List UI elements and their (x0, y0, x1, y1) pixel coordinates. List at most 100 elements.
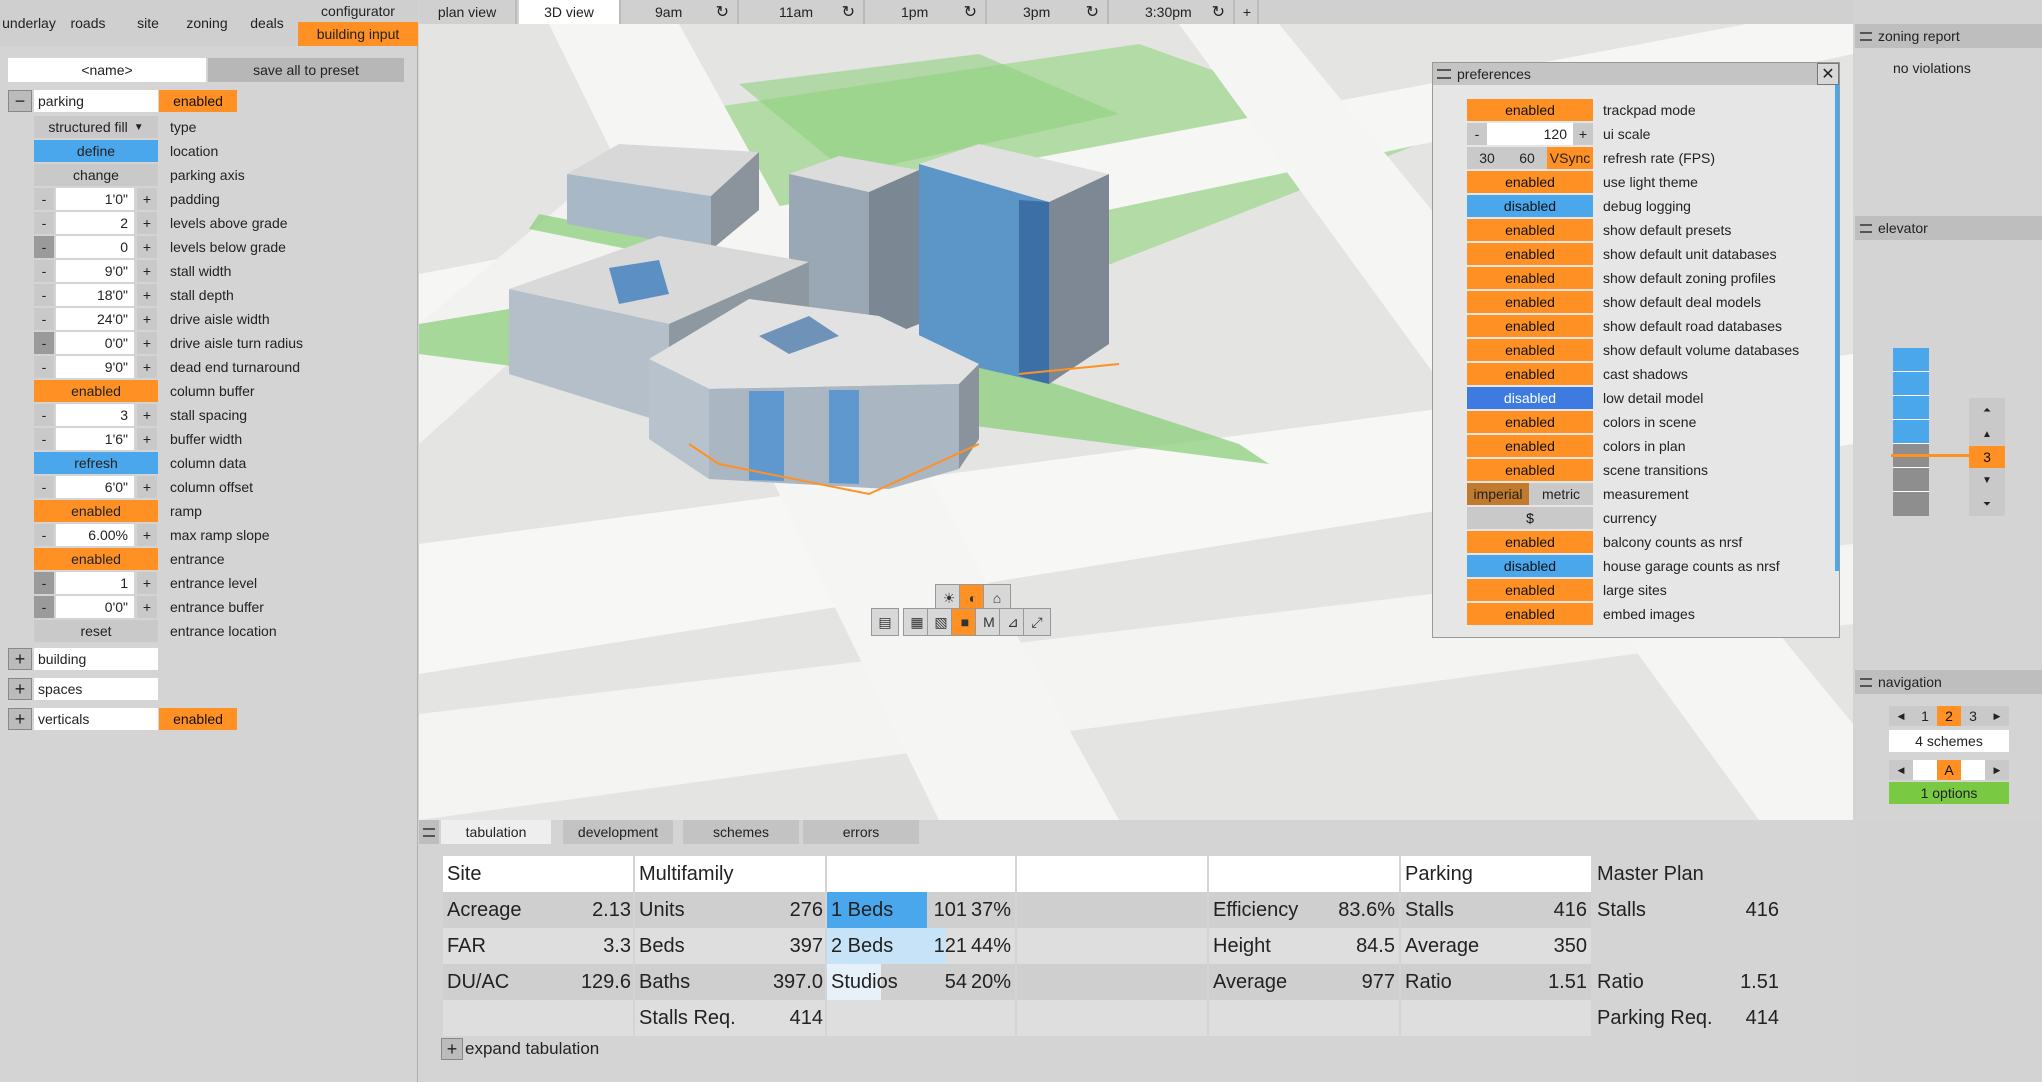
panel-handle-icon[interactable] (1860, 677, 1872, 687)
value-field[interactable]: 0'0" (56, 332, 134, 354)
tab-schemes[interactable]: schemes (683, 820, 799, 844)
increment-button[interactable]: + (137, 572, 157, 594)
increment-button[interactable]: + (137, 332, 157, 354)
page-3[interactable]: 3 (1961, 706, 1985, 726)
prev-option-icon[interactable]: ◀ (1889, 760, 1913, 780)
tab-plan-view[interactable]: plan view (419, 0, 517, 24)
metric-option[interactable]: metric (1529, 483, 1593, 505)
menu-underlay[interactable]: underlay (0, 0, 58, 46)
value-field[interactable]: 24'0" (56, 308, 134, 330)
expand-section-icon[interactable]: + (8, 708, 32, 730)
increment-button[interactable]: + (137, 308, 157, 330)
increment-button[interactable]: + (137, 596, 157, 618)
setting-button[interactable]: refresh (34, 452, 158, 474)
tab-3d-view[interactable]: 3D view (519, 0, 621, 24)
value-field[interactable]: 0'0" (56, 596, 134, 618)
value-field[interactable]: 6'0" (56, 476, 134, 498)
top-level-icon[interactable]: ⏶ (1969, 398, 2005, 422)
time-tab[interactable]: 1pm ↻ (869, 0, 987, 24)
refresh-icon[interactable]: ↻ (1086, 2, 1099, 22)
decrement-button[interactable]: - (34, 572, 54, 594)
refresh-rate-option[interactable]: VSync (1547, 147, 1593, 169)
refresh-rate-option[interactable]: 30 (1467, 147, 1507, 169)
preference-toggle[interactable]: enabled (1467, 531, 1593, 553)
setting-button[interactable]: reset (34, 620, 158, 642)
close-icon[interactable]: ✕ (1817, 63, 1839, 85)
section-title-building[interactable]: building (34, 648, 158, 670)
time-tab[interactable]: 3:30pm ↻ (1113, 0, 1235, 24)
expand-section-icon[interactable]: + (8, 678, 32, 700)
decrement-button[interactable]: - (34, 332, 54, 354)
level-down-icon[interactable]: ▼ (1969, 468, 2005, 492)
preference-toggle[interactable]: enabled (1467, 171, 1593, 193)
menu-configurator[interactable]: configurator (298, 0, 418, 22)
refresh-icon[interactable]: ↻ (842, 2, 855, 22)
decrement-button[interactable]: - (34, 284, 54, 306)
value-field[interactable]: 1'6" (56, 428, 134, 450)
option-a[interactable]: A (1937, 760, 1961, 780)
preference-toggle[interactable]: disabled (1467, 387, 1593, 409)
value-field[interactable]: 0 (56, 236, 134, 258)
value-field[interactable]: 9'0" (56, 356, 134, 378)
increment-button[interactable]: + (137, 404, 157, 426)
save-preset-button[interactable]: save all to preset (208, 58, 404, 82)
increment-button[interactable]: + (137, 428, 157, 450)
decrement-button[interactable]: - (34, 260, 54, 282)
time-tab[interactable]: 9am ↻ (623, 0, 739, 24)
decrement-button[interactable]: - (34, 428, 54, 450)
preference-toggle[interactable]: enabled (1467, 267, 1593, 289)
section-status-toggle[interactable]: enabled (159, 708, 237, 730)
page-2[interactable]: 2 (1937, 706, 1961, 726)
refresh-icon[interactable]: ↻ (964, 2, 977, 22)
increment-button[interactable]: + (137, 524, 157, 546)
bottom-level-icon[interactable]: ⏷ (1969, 492, 2005, 516)
preference-toggle[interactable]: enabled (1467, 99, 1593, 121)
level-up-icon[interactable]: ▲ (1969, 422, 2005, 446)
panel-handle-icon[interactable] (419, 820, 439, 844)
value-field[interactable]: 1'0" (56, 188, 134, 210)
increment-button[interactable]: + (137, 260, 157, 282)
add-time-button[interactable]: + (1237, 0, 1259, 24)
increment-button[interactable]: + (137, 476, 157, 498)
preset-name-field[interactable]: <name> (8, 58, 206, 82)
setting-button[interactable]: enabled (34, 380, 158, 402)
preference-toggle[interactable]: enabled (1467, 411, 1593, 433)
collapse-parking-icon[interactable]: − (8, 90, 32, 112)
preference-toggle[interactable]: enabled (1467, 435, 1593, 457)
value-field[interactable]: 3 (56, 404, 134, 426)
decrement-button[interactable]: - (34, 596, 54, 618)
refresh-icon[interactable]: ↻ (1212, 2, 1225, 22)
preference-toggle[interactable]: enabled (1467, 339, 1593, 361)
preference-toggle[interactable]: disabled (1467, 195, 1593, 217)
expand-section-icon[interactable]: + (8, 648, 32, 670)
decrement-button[interactable]: - (34, 476, 54, 498)
level-stack[interactable] (1893, 348, 1929, 518)
setting-button[interactable]: change (34, 164, 158, 186)
menu-building-input[interactable]: building input (298, 22, 418, 46)
preference-toggle[interactable]: enabled (1467, 315, 1593, 337)
tab-errors[interactable]: errors (803, 820, 919, 844)
parking-section-title[interactable]: parking (34, 90, 158, 112)
setting-button[interactable]: define (34, 140, 158, 162)
type-select[interactable]: structured fill ▼ (34, 116, 158, 138)
menu-roads[interactable]: roads (64, 0, 112, 46)
preference-toggle[interactable]: enabled (1467, 603, 1593, 625)
value-field[interactable]: 2 (56, 212, 134, 234)
value-field[interactable]: 9'0" (56, 260, 134, 282)
time-tab[interactable]: 3pm ↻ (991, 0, 1109, 24)
decrement-button[interactable]: - (34, 308, 54, 330)
decrement-button[interactable]: - (34, 404, 54, 426)
increment-button[interactable]: + (137, 284, 157, 306)
decrement-button[interactable]: - (34, 212, 54, 234)
preference-toggle[interactable]: disabled (1467, 555, 1593, 577)
current-level[interactable]: 3 (1969, 446, 2005, 468)
preference-toggle[interactable]: enabled (1467, 363, 1593, 385)
tab-development[interactable]: development (563, 820, 673, 844)
increment-button[interactable]: + (137, 188, 157, 210)
expand-plus-icon[interactable]: + (441, 1038, 463, 1060)
increment-button[interactable]: + (137, 212, 157, 234)
panel-handle-icon[interactable] (1860, 223, 1872, 233)
decrement-button[interactable]: - (34, 356, 54, 378)
value-field[interactable]: 18'0" (56, 284, 134, 306)
preference-toggle[interactable]: enabled (1467, 579, 1593, 601)
